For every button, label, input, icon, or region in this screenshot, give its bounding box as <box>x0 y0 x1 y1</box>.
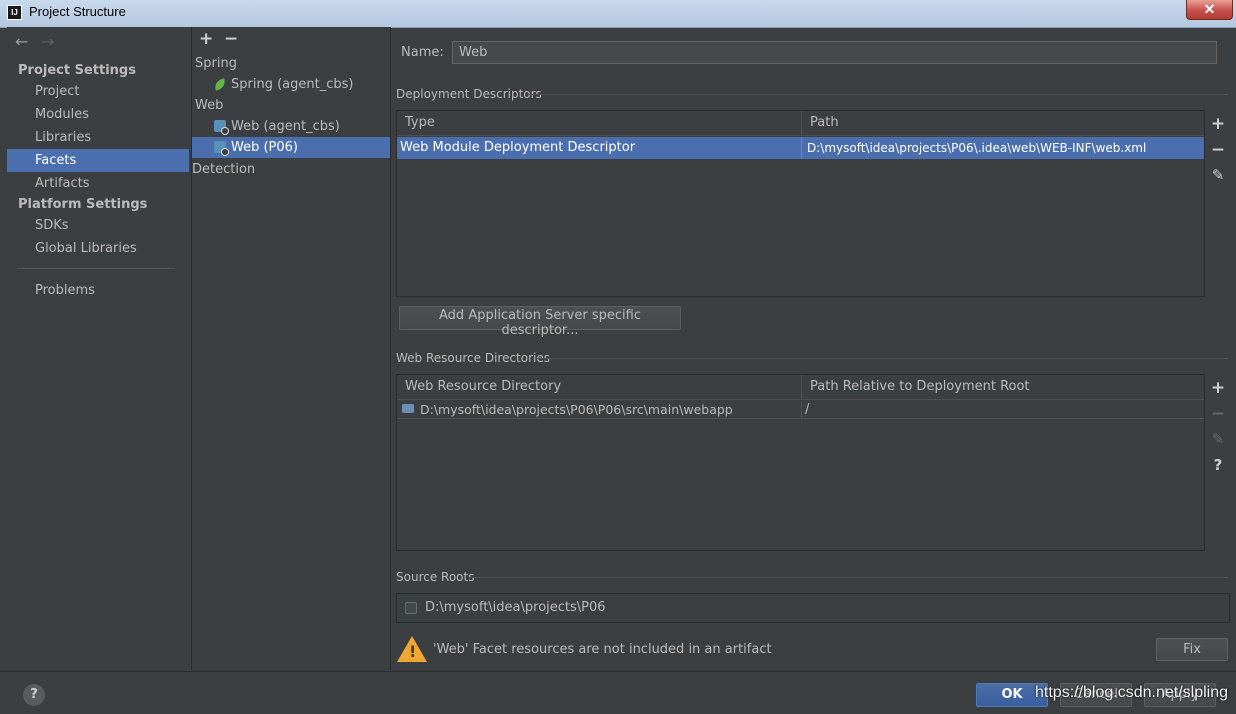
descriptor-path-cell: D:\mysoft\idea\projects\P06\.idea\web\WE… <box>807 141 1147 155</box>
column-header-relative-path[interactable]: Path Relative to Deployment Root <box>802 375 1204 399</box>
nav-item-artifacts[interactable]: Artifacts <box>7 172 189 195</box>
window-title-bar <box>0 0 1236 28</box>
web-facet-icon <box>214 120 229 135</box>
project-settings-heading: Project Settings <box>18 63 136 78</box>
descriptor-type-cell: Web Module Deployment Descriptor <box>400 140 636 155</box>
settings-nav-pane: ← → Project Settings Project Modules Lib… <box>7 27 192 670</box>
fix-button[interactable]: Fix <box>1156 638 1228 661</box>
column-separator <box>801 137 802 159</box>
table-header: Type Path <box>397 111 1204 136</box>
nav-item-modules[interactable]: Modules <box>7 103 189 126</box>
tree-group-spring[interactable]: Spring <box>195 53 237 74</box>
spring-leaf-icon <box>212 78 228 91</box>
web-resource-directory-cell: D:\mysoft\idea\projects\P06\P06\src\main… <box>420 402 733 417</box>
table-row[interactable]: D:\mysoft\idea\projects\P06\P06\src\main… <box>397 401 1204 419</box>
deployment-descriptors-title: Deployment Descriptors <box>396 87 542 101</box>
nav-divider <box>17 268 175 269</box>
name-label: Name: <box>401 45 444 60</box>
facet-name-input[interactable] <box>452 41 1217 64</box>
table-header: Web Resource Directory Path Relative to … <box>397 375 1204 400</box>
platform-settings-heading: Platform Settings <box>18 197 148 212</box>
remove-facet-icon[interactable]: − <box>224 29 238 49</box>
tree-group-web[interactable]: Web <box>195 95 223 116</box>
tree-item-web-agent-cbs[interactable]: Web (agent_cbs) <box>192 116 390 137</box>
column-header-type[interactable]: Type <box>397 111 801 135</box>
help-web-resource-icon[interactable]: ? <box>1208 456 1228 474</box>
web-facet-icon <box>214 141 229 156</box>
nav-item-sdks[interactable]: SDKs <box>7 214 189 237</box>
nav-item-global-libraries[interactable]: Global Libraries <box>7 237 189 260</box>
tree-item-label: Spring (agent_cbs) <box>231 77 354 92</box>
table-row[interactable]: Web Module Deployment Descriptor D:\myso… <box>397 137 1204 159</box>
source-root-path: D:\mysoft\idea\projects\P06 <box>425 600 606 615</box>
warning-message: 'Web' Facet resources are not included i… <box>433 642 772 657</box>
section-divider <box>470 577 1228 578</box>
facet-tree-pane: + − Spring Spring (agent_cbs) Web Web (a… <box>192 27 391 670</box>
window-close-button[interactable]: ✕ <box>1186 0 1233 20</box>
folder-icon <box>402 404 414 413</box>
warning-exclamation: ! <box>409 642 417 661</box>
edit-web-resource-icon[interactable]: ✎ <box>1208 430 1228 448</box>
watermark: https://blog.csdn.net/slpling <box>1035 684 1229 701</box>
add-server-descriptor-button[interactable]: Add Application Server specific descript… <box>399 306 681 338</box>
add-web-resource-icon[interactable]: + <box>1208 378 1228 398</box>
section-divider <box>528 94 1228 95</box>
column-header-path[interactable]: Path <box>802 111 1204 135</box>
forward-arrow-icon[interactable]: → <box>41 32 54 51</box>
tree-item-spring-agent-cbs[interactable]: Spring (agent_cbs) <box>192 74 390 95</box>
column-separator <box>801 401 802 418</box>
relative-path-cell: / <box>805 402 810 417</box>
remove-descriptor-icon[interactable]: − <box>1208 140 1228 160</box>
help-button[interactable]: ? <box>23 684 45 706</box>
nav-item-facets[interactable]: Facets <box>7 149 189 172</box>
source-root-checkbox[interactable] <box>405 602 417 614</box>
tree-item-label: Web (agent_cbs) <box>231 119 340 134</box>
window-title: Project Structure <box>29 4 126 19</box>
remove-web-resource-icon[interactable]: − <box>1208 404 1228 424</box>
column-header-web-resource-directory[interactable]: Web Resource Directory <box>397 375 801 399</box>
web-resource-directories-table: Web Resource Directory Path Relative to … <box>396 374 1205 551</box>
tree-item-web-p06[interactable]: Web (P06) <box>192 137 390 158</box>
web-resource-directories-title: Web Resource Directories <box>396 351 550 365</box>
nav-item-libraries[interactable]: Libraries <box>7 126 189 149</box>
add-descriptor-icon[interactable]: + <box>1208 114 1228 134</box>
edit-descriptor-icon[interactable]: ✎ <box>1208 166 1228 184</box>
deployment-descriptors-table: Type Path Web Module Deployment Descript… <box>396 110 1205 297</box>
back-arrow-icon[interactable]: ← <box>15 32 28 51</box>
nav-item-problems[interactable]: Problems <box>7 279 189 302</box>
add-facet-icon[interactable]: + <box>199 29 213 49</box>
tree-item-label: Web (P06) <box>231 140 298 155</box>
section-divider <box>536 358 1228 359</box>
source-roots-title: Source Roots <box>396 570 475 584</box>
tree-group-detection[interactable]: Detection <box>192 159 255 180</box>
intellij-logo-icon: IJ <box>7 5 22 20</box>
nav-item-project[interactable]: Project <box>7 80 189 103</box>
